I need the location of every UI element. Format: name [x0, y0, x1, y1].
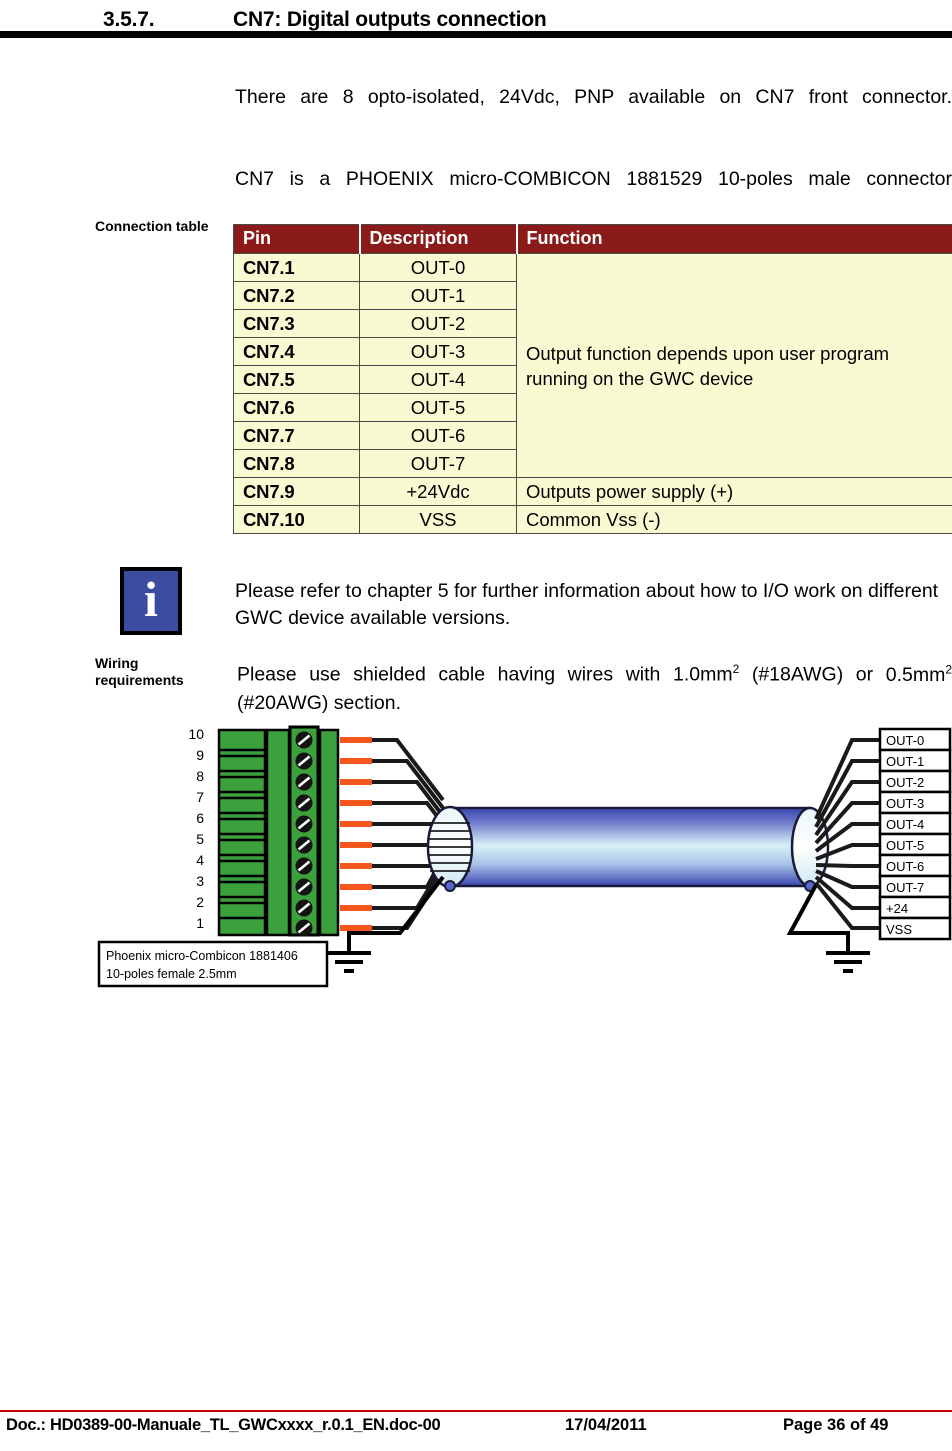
cell-description: OUT-4	[359, 365, 517, 394]
cell-description: OUT-7	[359, 449, 517, 478]
table-row: CN7.9 +24Vdc Outputs power supply (+)	[233, 477, 952, 506]
footer-document-name: Doc.: HD0389-00-Manuale_TL_GWCxxxx_r.0.1…	[6, 1416, 441, 1434]
signal-label-list: OUT-0 OUT-1 OUT-2 OUT-3 OUT-4 OUT-5 OUT-…	[878, 727, 952, 941]
cell-pin: CN7.4	[233, 337, 360, 366]
footer-date: 17/04/2011	[565, 1416, 647, 1434]
wiring-line2-a: 0.5mm	[885, 663, 946, 686]
heading-divider	[0, 31, 952, 38]
footer-divider	[0, 1410, 952, 1412]
cell-description: OUT-2	[359, 309, 517, 338]
signal-label: OUT-3	[886, 796, 924, 811]
cell-pin: CN7.7	[233, 421, 360, 450]
table-row: CN7.10 VSS Common Vss (-)	[233, 505, 952, 534]
intro-paragraph: There are 8 opto-isolated, 24Vdc, PNP av…	[235, 86, 952, 108]
signal-label-box: OUT-5	[878, 832, 952, 857]
signal-label: OUT-4	[886, 817, 924, 832]
cell-function-merged: Output function depends upon user progra…	[516, 253, 952, 478]
cell-description: OUT-6	[359, 421, 517, 450]
signal-label-box: OUT-0	[878, 727, 952, 752]
column-header-description: Description	[359, 224, 518, 254]
cell-pin: CN7.5	[233, 365, 360, 394]
connector-caption-box: Phoenix micro-Combicon 1881406 10-poles …	[97, 940, 329, 988]
wire-ferrule-group	[340, 737, 372, 931]
wiring-line1-a: Please use shielded cable having wires w…	[237, 663, 733, 686]
wiring-sup-2: 2	[945, 662, 952, 676]
cell-function: Common Vss (-)	[516, 505, 952, 534]
table-row: CN7.1 OUT-0 Output function depends upon…	[233, 253, 952, 478]
sidebar-label-connection-table: Connection table	[95, 218, 209, 234]
signal-label: OUT-5	[886, 838, 924, 853]
page-footer: Doc.: HD0389-00-Manuale_TL_GWCxxxx_r.0.1…	[0, 1416, 952, 1446]
signal-label: OUT-7	[886, 880, 924, 895]
right-wire-bundle	[814, 738, 882, 930]
terminal-block-connector	[217, 725, 340, 937]
pin-number-list: 10 9 8 7 6 5 4 3 2 1	[188, 726, 204, 931]
pin-number: 10	[188, 726, 204, 742]
cell-description: OUT-1	[359, 281, 517, 310]
info-note-text: Please refer to chapter 5 for further in…	[235, 580, 939, 629]
heading-number: 3.5.7.	[103, 8, 155, 31]
signal-label-box: OUT-6	[878, 853, 952, 878]
pin-number: 3	[196, 873, 204, 889]
signal-label-box: OUT-7	[878, 874, 952, 899]
cell-pin: CN7.2	[233, 281, 360, 310]
signal-label-box: OUT-4	[878, 811, 952, 836]
cell-function: Outputs power supply (+)	[516, 477, 952, 506]
cell-pin: CN7.8	[233, 449, 360, 478]
column-header-pin: Pin	[233, 224, 361, 254]
cell-description: OUT-3	[359, 337, 517, 366]
signal-label-box: OUT-3	[878, 790, 952, 815]
pin-number: 4	[196, 852, 204, 868]
pin-number: 2	[196, 894, 204, 910]
cell-description: OUT-0	[359, 253, 517, 282]
cell-pin: CN7.10	[233, 505, 360, 534]
signal-label: OUT-1	[886, 754, 924, 769]
cell-description: OUT-5	[359, 393, 517, 422]
pin-number: 5	[196, 831, 204, 847]
heading-title: CN7: Digital outputs connection	[233, 8, 547, 31]
signal-label: OUT-6	[886, 859, 924, 874]
signal-label-box: OUT-1	[878, 748, 952, 773]
pin-number: 9	[196, 747, 204, 763]
connector-paragraph: CN7 is a PHOENIX micro-COMBICON 1881529 …	[235, 168, 952, 190]
signal-label-box: OUT-2	[878, 769, 952, 794]
signal-label-box: VSS	[878, 916, 952, 941]
footer-page-number: Page 36 of 49	[783, 1416, 889, 1434]
cell-pin: CN7.1	[233, 253, 360, 282]
wiring-diagram: 10 9 8 7 6 5 4 3 2 1 OUT-0 OUT-1 OUT-2 O…	[0, 715, 952, 1025]
wiring-requirements-text: Please use shielded cable having wires w…	[237, 655, 952, 717]
connection-table: Pin Description Function CN7.1 OUT-0 Out…	[233, 224, 952, 534]
cell-pin: CN7.9	[233, 477, 360, 506]
sidebar-label-wiring-requirements: Wiring requirements	[95, 655, 184, 688]
cell-description: VSS	[359, 505, 517, 534]
pin-number: 8	[196, 768, 204, 784]
table-header-row: Pin Description Function	[233, 224, 952, 254]
info-icon-glyph: i	[144, 571, 158, 627]
wiring-line2-b: (#20AWG) section.	[237, 691, 401, 714]
cell-description: +24Vdc	[359, 477, 517, 506]
info-icon: i	[120, 567, 182, 635]
signal-label-box: +24	[878, 895, 952, 920]
connector-caption-line2: 10-poles female 2.5mm	[106, 967, 237, 981]
cable	[426, 805, 830, 892]
cell-pin: CN7.3	[233, 309, 360, 338]
column-header-function: Function	[516, 224, 952, 254]
pin-number: 7	[196, 789, 204, 805]
wiring-line1-b: (#18AWG) or	[739, 663, 874, 686]
signal-label: +24	[886, 901, 908, 916]
signal-label: VSS	[886, 922, 912, 937]
pin-number: 6	[196, 810, 204, 826]
cell-pin: CN7.6	[233, 393, 360, 422]
signal-label: OUT-0	[886, 733, 924, 748]
connector-caption-line1: Phoenix micro-Combicon 1881406	[106, 949, 298, 963]
signal-label: OUT-2	[886, 775, 924, 790]
pin-number: 1	[196, 915, 204, 931]
